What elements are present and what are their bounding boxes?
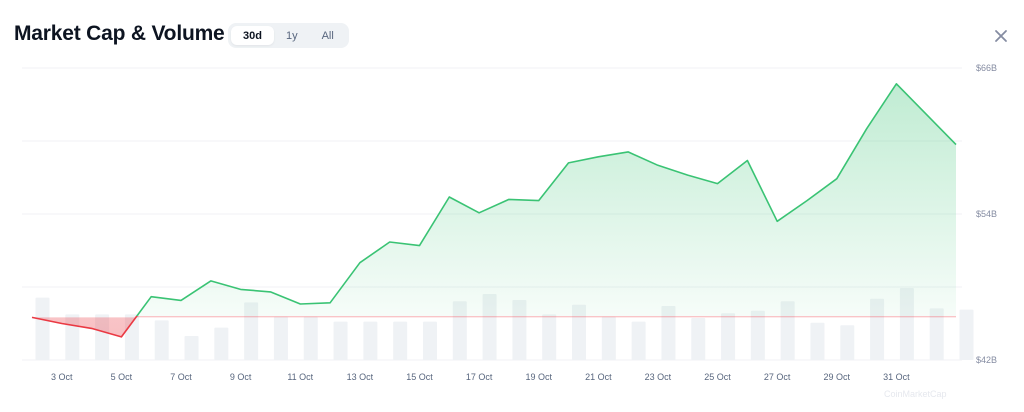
x-tick-label: 31 Oct bbox=[883, 372, 910, 382]
volume-bar bbox=[631, 321, 646, 360]
volume-bar bbox=[393, 321, 408, 360]
volume-bar bbox=[154, 320, 169, 360]
x-tick-label: 19 Oct bbox=[525, 372, 552, 382]
x-tick-label: 11 Oct bbox=[287, 372, 313, 382]
y-tick-label: $54B bbox=[976, 209, 997, 219]
watermark: CoinMarketCap bbox=[884, 389, 947, 399]
x-tick-label: 29 Oct bbox=[824, 372, 851, 382]
volume-bar bbox=[303, 316, 318, 360]
x-tick-label: 25 Oct bbox=[704, 372, 731, 382]
x-tick-label: 3 Oct bbox=[51, 372, 73, 382]
volume-bar bbox=[184, 336, 199, 360]
x-tick-label: 15 Oct bbox=[406, 372, 433, 382]
volume-bar bbox=[691, 318, 706, 360]
volume-bar bbox=[750, 310, 765, 360]
volume-bar bbox=[214, 327, 229, 360]
y-tick-label: $42B bbox=[976, 355, 997, 365]
volume-bar bbox=[810, 322, 825, 360]
x-tick-label: 27 Oct bbox=[764, 372, 791, 382]
x-axis-labels: 3 Oct 5 Oct 7 Oct 9 Oct 11 Oct 13 Oct 15 Oct 17… bbox=[51, 372, 910, 382]
volume-bar bbox=[333, 321, 348, 360]
x-tick-label: 7 Oct bbox=[170, 372, 192, 382]
volume-bar bbox=[273, 316, 288, 360]
volume-bar bbox=[840, 325, 855, 360]
volume-bar bbox=[422, 321, 437, 360]
volume-bar bbox=[542, 314, 557, 360]
volume-bar bbox=[363, 321, 378, 360]
y-tick-label: $66B bbox=[976, 63, 997, 73]
x-tick-label: 13 Oct bbox=[347, 372, 374, 382]
market-cap-chart: $42B $54B $66B 3 Oct 5 Oct 7 Oct 9 Oct 11 Oct 1… bbox=[22, 63, 997, 399]
x-tick-label: 17 Oct bbox=[466, 372, 493, 382]
x-tick-label: 23 Oct bbox=[645, 372, 672, 382]
x-tick-label: 5 Oct bbox=[111, 372, 133, 382]
volume-bar bbox=[601, 316, 616, 360]
x-tick-label: 9 Oct bbox=[230, 372, 252, 382]
volume-bar bbox=[959, 309, 974, 360]
volume-bar bbox=[721, 313, 736, 360]
volume-bar bbox=[35, 297, 50, 360]
y-axis-labels: $42B $54B $66B bbox=[976, 63, 997, 365]
x-tick-label: 21 Oct bbox=[585, 372, 612, 382]
